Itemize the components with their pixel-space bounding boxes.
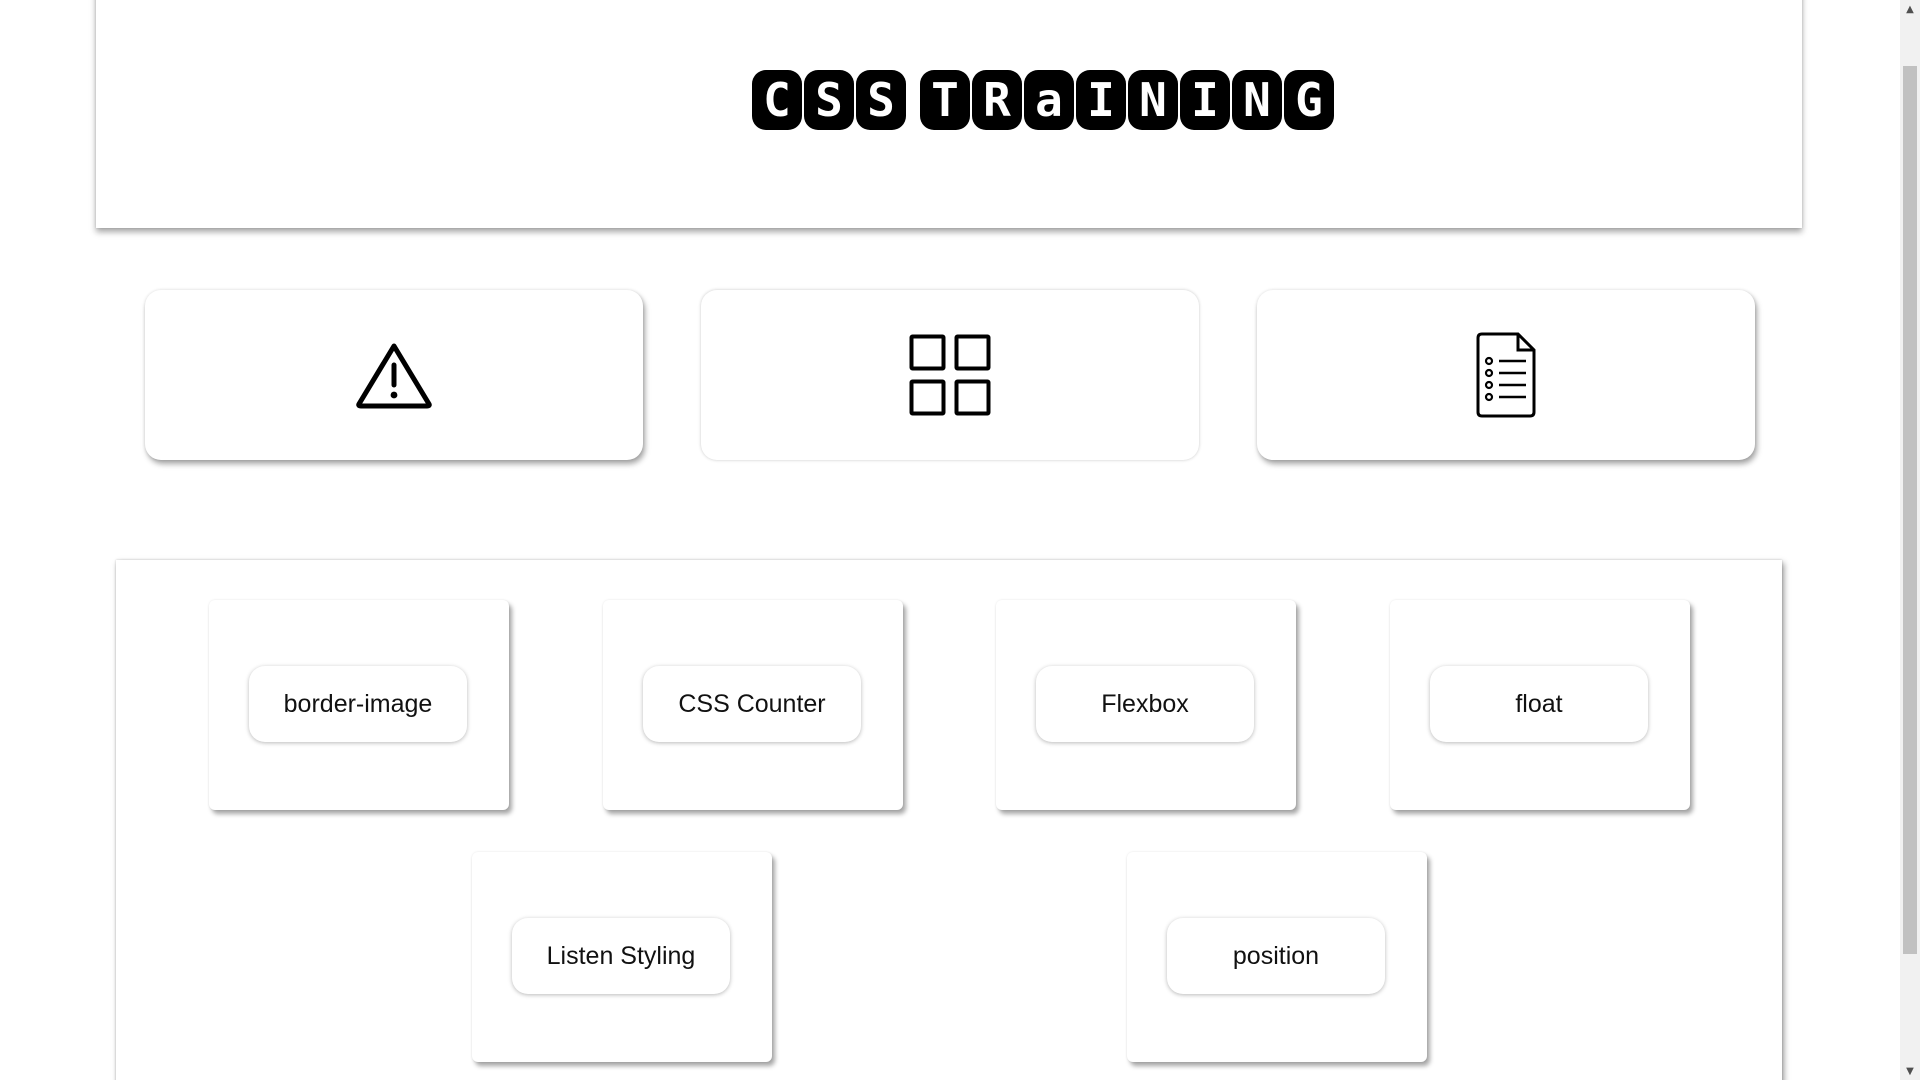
- vertical-scrollbar[interactable]: ▲ ▼: [1900, 0, 1920, 1080]
- topic-button-flexbox[interactable]: Flexbox: [1036, 666, 1254, 742]
- logo-letter-tile: I: [1076, 70, 1126, 130]
- logo-word-gap: [908, 70, 920, 130]
- topic-card: float: [1390, 600, 1690, 810]
- scroll-down-arrow-icon[interactable]: ▼: [1900, 1062, 1920, 1080]
- topic-card: Flexbox: [996, 600, 1296, 810]
- logo-letter-tile: G: [1284, 70, 1334, 130]
- topic-card: CSS Counter: [603, 600, 903, 810]
- scrollbar-thumb[interactable]: [1903, 66, 1917, 954]
- logo-letter-tile: N: [1128, 70, 1178, 130]
- logo-letter-tile: S: [804, 70, 854, 130]
- page: CSSTRaINING border-image CSS Counter Fle…: [0, 0, 1920, 1080]
- document-list-icon: [1474, 332, 1538, 418]
- logo-letter-tile: S: [856, 70, 906, 130]
- topic-button-position[interactable]: position: [1167, 918, 1385, 994]
- topic-button-css-counter[interactable]: CSS Counter: [643, 666, 861, 742]
- scroll-up-arrow-icon[interactable]: ▲: [1900, 0, 1920, 18]
- topic-card: border-image: [209, 600, 509, 810]
- warning-triangle-icon: [355, 341, 433, 409]
- grid-four-squares-icon: [909, 334, 991, 416]
- logo-letter-tile: a: [1024, 70, 1074, 130]
- logo-letter-tile: N: [1232, 70, 1282, 130]
- topics-panel: border-image CSS Counter Flexbox float L…: [116, 560, 1782, 1080]
- topic-button-border-image[interactable]: border-image: [249, 666, 467, 742]
- topic-button-float[interactable]: float: [1430, 666, 1648, 742]
- logo-letter-tile: T: [920, 70, 970, 130]
- logo-letter-tile: C: [752, 70, 802, 130]
- logo-letter-tile: I: [1180, 70, 1230, 130]
- warning-card[interactable]: [145, 290, 643, 460]
- grid-card[interactable]: [701, 290, 1199, 460]
- header-panel: CSSTRaINING: [96, 0, 1802, 228]
- topic-button-listen-styling[interactable]: Listen Styling: [512, 918, 730, 994]
- topic-card: Listen Styling: [472, 852, 772, 1062]
- topic-card: position: [1127, 852, 1427, 1062]
- document-card[interactable]: [1257, 290, 1755, 460]
- site-logo: CSSTRaINING: [752, 70, 1336, 130]
- logo-letter-tile: R: [972, 70, 1022, 130]
